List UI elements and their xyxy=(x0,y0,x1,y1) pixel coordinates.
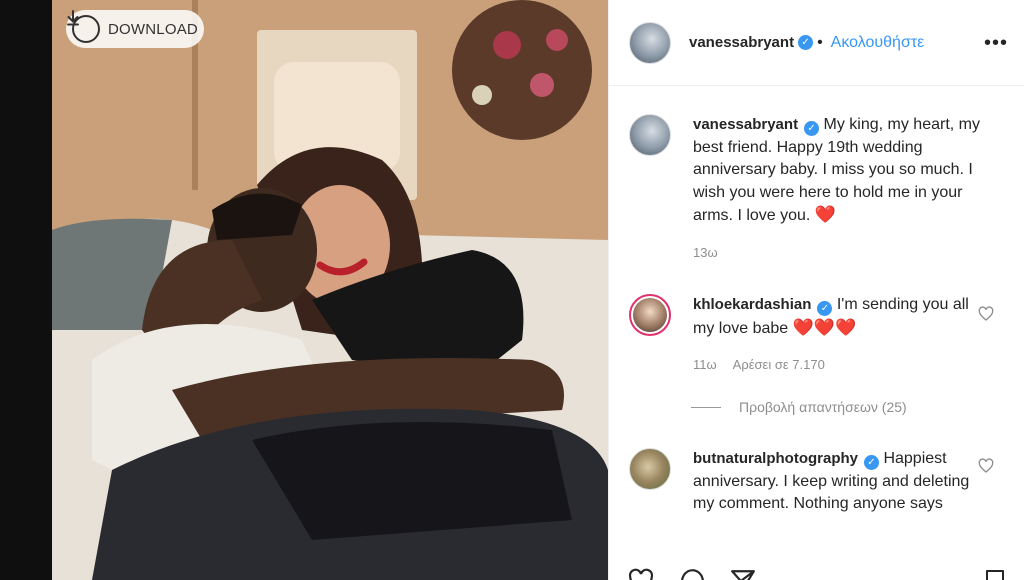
commenter-avatar[interactable] xyxy=(629,294,671,336)
red-heart-emoji: ❤️❤️❤️ xyxy=(792,317,857,337)
share-icon[interactable] xyxy=(729,568,757,580)
download-icon xyxy=(67,10,100,43)
more-options-icon[interactable]: ••• xyxy=(984,32,1008,55)
comments-list[interactable]: vanessabryant ✓ My king, my heart, my bes… xyxy=(609,86,1024,580)
caption-avatar[interactable] xyxy=(629,114,671,156)
comment-likes[interactable]: Αρέσει σε 7.170 xyxy=(733,354,825,377)
commenter-username[interactable]: khloekardashian xyxy=(693,296,811,313)
commenter-username[interactable]: butnaturalphotography xyxy=(693,450,858,467)
separator-dot: • xyxy=(817,33,823,51)
caption-meta: 13ω xyxy=(693,242,993,265)
view-replies-button[interactable]: Προβολή απαντήσεων (25) xyxy=(691,399,907,415)
follow-button[interactable]: Ακολουθήστε xyxy=(831,34,925,52)
save-bookmark-icon[interactable] xyxy=(983,568,1007,580)
post-photo[interactable]: DOWNLOAD xyxy=(52,0,608,580)
caption-username[interactable]: vanessabryant xyxy=(693,116,798,133)
verified-badge-icon: ✓ xyxy=(804,121,820,136)
commenter-avatar[interactable] xyxy=(629,448,671,490)
replies-divider xyxy=(691,406,721,408)
comment-meta: 11ω Αρέσει σε 7.170 xyxy=(693,354,993,377)
author-avatar[interactable] xyxy=(629,21,671,64)
download-label: DOWNLOAD xyxy=(108,20,198,38)
download-button[interactable]: DOWNLOAD xyxy=(66,10,204,48)
comment-item: khloekardashian ✓ I'm sending you all my … xyxy=(629,294,1004,377)
heart-like-icon[interactable] xyxy=(978,306,994,322)
view-replies-label: Προβολή απαντήσεων (25) xyxy=(739,399,907,415)
photo-illustration xyxy=(52,0,608,580)
post-header: vanessabryant ✓ • Ακολουθήστε ••• xyxy=(609,0,1024,86)
post-side-panel: vanessabryant ✓ • Ακολουθήστε ••• vaness… xyxy=(608,0,1024,580)
comment-item: butnaturalphotography ✓ Happiest annivers… xyxy=(629,448,1004,516)
verified-badge-icon: ✓ xyxy=(864,455,879,470)
like-heart-icon[interactable] xyxy=(627,568,655,580)
comment-bubble-icon[interactable] xyxy=(679,568,707,580)
post-action-bar xyxy=(609,560,1024,580)
left-letterbox xyxy=(0,0,52,580)
verified-badge-icon: ✓ xyxy=(817,301,833,316)
caption-time[interactable]: 13ω xyxy=(693,242,718,265)
red-heart-emoji: ❤️ xyxy=(814,205,836,224)
author-username[interactable]: vanessabryant xyxy=(689,34,794,51)
verified-badge-icon: ✓ xyxy=(798,35,814,50)
comment-time[interactable]: 11ω xyxy=(693,354,717,377)
heart-like-icon[interactable] xyxy=(978,458,994,474)
caption-comment: vanessabryant ✓ My king, my heart, my bes… xyxy=(629,114,1004,264)
